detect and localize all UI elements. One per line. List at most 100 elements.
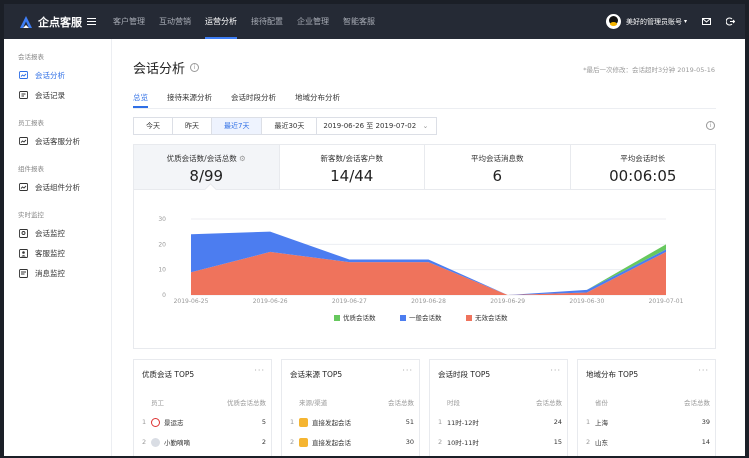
kpi-value: 8/99 bbox=[189, 167, 224, 185]
more-icon[interactable]: ··· bbox=[402, 366, 413, 375]
row-value: 5 bbox=[261, 418, 266, 426]
row-value: 24 bbox=[553, 418, 562, 426]
main-nav: 客户管理 互动营销 运营分析 接待配置 企业管理 智能客服 bbox=[106, 4, 382, 39]
row-name: 10时-11时 bbox=[447, 437, 554, 447]
y-tick-label: 20 bbox=[158, 241, 166, 248]
session-area-chart: 0 10 20 30 2019-06-25 2019-06-26 2019-06-27 201… bbox=[158, 216, 684, 322]
sidebar-item-0-1[interactable]: 会话记录 bbox=[4, 85, 111, 105]
card-header: 员工 优质会话总数 bbox=[142, 397, 266, 407]
sidebar-item-3-0[interactable]: 会话监控 bbox=[4, 223, 111, 243]
tab-2[interactable]: 会话时段分析 bbox=[231, 89, 276, 108]
menu-icon[interactable] bbox=[87, 18, 96, 25]
chat-icon bbox=[19, 90, 28, 100]
x-tick-label: 2019-07-01 bbox=[649, 298, 684, 305]
nav-item-2[interactable]: 运营分析 bbox=[198, 4, 244, 39]
sidebar-item-3-2[interactable]: 消息监控 bbox=[4, 263, 111, 283]
sidebar-group: 会话分析会话记录 bbox=[4, 65, 111, 105]
source-icon bbox=[299, 417, 308, 427]
date-range-picker[interactable]: 2019-06-26 至 2019-07-02 ⌄ bbox=[317, 117, 438, 135]
row-value: 51 bbox=[405, 418, 414, 426]
table-row[interactable]: 2 10时-11时 15 bbox=[438, 437, 562, 447]
user-name[interactable]: 美好的管理员账号 bbox=[626, 17, 682, 27]
sidebar-item-label: 客服监控 bbox=[35, 248, 65, 258]
nav-item-1[interactable]: 互动营销 bbox=[152, 4, 198, 39]
more-icon[interactable]: ··· bbox=[254, 366, 265, 375]
legend-swatch bbox=[334, 315, 340, 321]
app-logo[interactable]: 企点客服 bbox=[18, 14, 106, 30]
row-name: 小勤嘀嘀 bbox=[151, 437, 262, 447]
nav-item-5[interactable]: 智能客服 bbox=[336, 4, 382, 39]
filter-button-0[interactable]: 今天 bbox=[133, 117, 173, 135]
row-value: 30 bbox=[405, 438, 414, 446]
source-icon bbox=[299, 437, 308, 447]
row-name-text: 小勤嘀嘀 bbox=[164, 439, 190, 447]
row-value: 15 bbox=[553, 438, 562, 446]
y-tick-label: 0 bbox=[162, 292, 166, 299]
help-icon[interactable]: i bbox=[706, 121, 715, 130]
table-row[interactable]: 2 直接发起会话 30 bbox=[290, 437, 414, 447]
more-icon[interactable]: ··· bbox=[550, 366, 561, 375]
kpi-value: 00:06:05 bbox=[609, 167, 677, 185]
app-name: 企点客服 bbox=[38, 15, 82, 29]
caret-down-icon[interactable]: ▾ bbox=[684, 18, 687, 25]
sidebar-item-3-1[interactable]: 客服监控 bbox=[4, 243, 111, 263]
info-icon[interactable]: i bbox=[190, 63, 200, 72]
card-header: 时段 会话总数 bbox=[438, 397, 562, 407]
sidebar-item-label: 会话记录 bbox=[35, 90, 65, 100]
kpi-label: 优质会话数/会话总数 ⚙ bbox=[166, 154, 246, 163]
card-col-value: 会话总数 bbox=[388, 399, 414, 407]
tab-0[interactable]: 总览 bbox=[133, 89, 148, 108]
card-title: 地域分布 TOP5 bbox=[586, 370, 639, 379]
card-col-value: 优质会话总数 bbox=[227, 399, 266, 407]
table-row[interactable]: 2 山东 14 bbox=[586, 437, 710, 447]
nav-item-0[interactable]: 客户管理 bbox=[106, 4, 152, 39]
filter-button-2[interactable]: 最近7天 bbox=[212, 117, 263, 135]
chevron-down-icon: ⌄ bbox=[422, 122, 429, 130]
avatar bbox=[151, 437, 160, 447]
row-name-text: 直接发起会话 bbox=[312, 439, 351, 447]
sidebar-item-1-0[interactable]: 会话客服分析 bbox=[4, 131, 111, 151]
card-col-name: 时段 bbox=[447, 399, 460, 407]
kpi-0[interactable]: 优质会话数/会话总数 ⚙ 8/99 bbox=[134, 145, 280, 189]
table-row[interactable]: 1 11时-12时 24 bbox=[438, 417, 562, 427]
rank-number: 1 bbox=[586, 418, 591, 426]
card-title: 优质会话 TOP5 bbox=[142, 370, 195, 379]
chart-icon bbox=[19, 70, 28, 80]
sidebar: 会话报表 会话分析 会话记录 员工报表 会话客服分析 组件报表 会话组件分析 实时监控 会话监控… bbox=[4, 39, 112, 456]
sidebar-item-0-0[interactable]: 会话分析 bbox=[4, 65, 111, 85]
filter-button-3[interactable]: 最近30天 bbox=[262, 117, 318, 135]
sidebar-item-2-0[interactable]: 会话组件分析 bbox=[4, 177, 111, 197]
settings-icon[interactable]: ⚙ bbox=[237, 154, 246, 163]
kpi-3[interactable]: 平均会话时长 00:06:05 bbox=[571, 145, 716, 189]
card-header: 来源/渠道 会话总数 bbox=[290, 397, 414, 407]
area-series-0 bbox=[191, 251, 666, 295]
more-icon[interactable]: ··· bbox=[698, 366, 709, 375]
nav-item-4[interactable]: 企业管理 bbox=[290, 4, 336, 39]
nav-item-3[interactable]: 接待配置 bbox=[244, 4, 290, 39]
tab-3[interactable]: 地域分布分析 bbox=[295, 89, 340, 108]
table-row[interactable]: 1 上海 39 bbox=[586, 417, 710, 427]
filter-button-1[interactable]: 昨天 bbox=[173, 117, 212, 135]
top5-card-3: 地域分布 TOP5 ··· 省份 会话总数 1 上海 39 2 山东 14 bbox=[577, 359, 716, 456]
table-row[interactable]: 1 景运志 5 bbox=[142, 417, 266, 427]
row-name-text: 景运志 bbox=[164, 419, 184, 427]
sidebar-group-title: 会话报表 bbox=[18, 53, 44, 61]
card-col-name: 来源/渠道 bbox=[299, 399, 328, 407]
tab-1[interactable]: 接待来源分析 bbox=[167, 89, 212, 108]
table-row[interactable]: 1 直接发起会话 51 bbox=[290, 417, 414, 427]
sidebar-group-title: 员工报表 bbox=[18, 119, 44, 127]
last-update-note: *最后一次修改：会话超时3分钟 2019-05-16 bbox=[583, 66, 715, 74]
row-name-text: 11时-12时 bbox=[447, 419, 479, 427]
table-row[interactable]: 2 小勤嘀嘀 2 bbox=[142, 437, 266, 447]
kpi-value: 14/44 bbox=[330, 167, 374, 185]
user-avatar[interactable] bbox=[605, 14, 621, 29]
mail-icon[interactable] bbox=[701, 17, 711, 27]
logout-icon[interactable] bbox=[725, 17, 735, 27]
card-header: 省份 会话总数 bbox=[586, 397, 710, 407]
kpi-1[interactable]: 新客数/会话客户数 14/44 bbox=[280, 145, 425, 189]
top5-cards: 优质会话 TOP5 ··· 员工 优质会话总数 1 景运志 5 2 小勤嘀嘀 2 会话来源 TOP5… bbox=[133, 359, 716, 456]
overview-panel: 优质会话数/会话总数 ⚙ 8/99 新客数/会话客户数 14/44 平均会话消息数 6 平均… bbox=[133, 144, 716, 349]
x-tick-label: 2019-06-25 bbox=[174, 298, 209, 305]
logo-icon bbox=[20, 15, 32, 28]
kpi-2[interactable]: 平均会话消息数 6 bbox=[425, 145, 571, 189]
